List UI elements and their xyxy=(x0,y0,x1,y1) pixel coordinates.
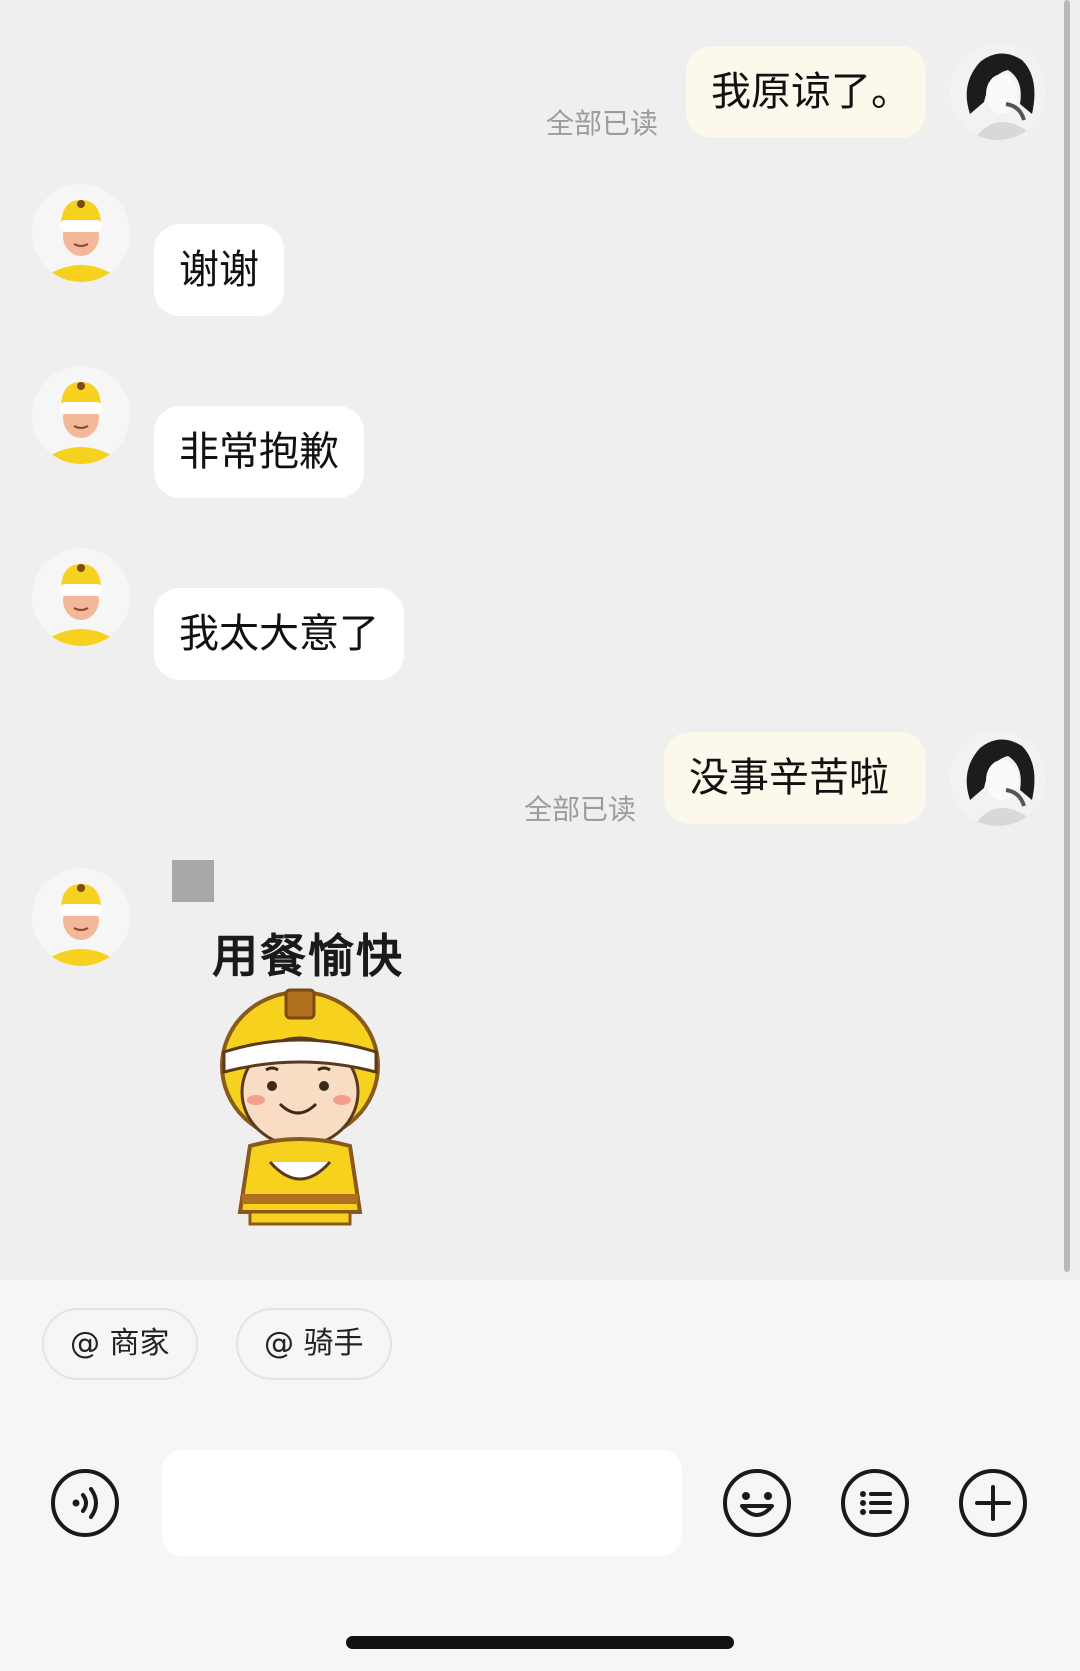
rider-avatar-image xyxy=(46,564,116,646)
sticker-caption: 用餐愉快 xyxy=(212,929,404,983)
user-avatar-image xyxy=(950,730,1046,826)
user-avatar-image xyxy=(950,44,1046,140)
rider-avatar[interactable] xyxy=(32,548,130,646)
incoming-message-bubble[interactable]: 非常抱歉 xyxy=(154,406,364,498)
voice-button[interactable] xyxy=(50,1468,120,1538)
emoji-button[interactable] xyxy=(722,1468,792,1538)
chat-area[interactable]: 全部已读 我原谅了。 谢谢 非常抱歉 我太大意了 全部已读 没事辛苦啦 用餐愉快 xyxy=(0,0,1080,1280)
outgoing-message-bubble[interactable]: 我原谅了。 xyxy=(686,46,926,138)
quick-reply-icon xyxy=(841,1469,909,1537)
user-avatar[interactable] xyxy=(950,730,1046,826)
emoji-icon xyxy=(723,1469,791,1537)
mention-merchant-button[interactable]: @ 商家 xyxy=(42,1308,198,1380)
rider-sticker-image xyxy=(220,988,380,1226)
read-status: 全部已读 xyxy=(546,107,659,140)
incoming-message-bubble[interactable]: 我太大意了 xyxy=(154,588,404,680)
incoming-message-bubble[interactable]: 谢谢 xyxy=(154,224,284,316)
read-status: 全部已读 xyxy=(524,793,637,826)
rider-avatar[interactable] xyxy=(32,184,130,282)
bottom-panel: @ 商家 @ 骑手 xyxy=(0,1280,1080,1671)
sticker-message[interactable]: 用餐愉快 xyxy=(170,858,440,1238)
rider-avatar[interactable] xyxy=(32,868,130,966)
scrollbar[interactable] xyxy=(1064,0,1070,1272)
rider-avatar-image xyxy=(46,382,116,464)
more-button[interactable] xyxy=(958,1468,1028,1538)
outgoing-message-bubble[interactable]: 没事辛苦啦 xyxy=(664,732,926,824)
mention-rider-button[interactable]: @ 骑手 xyxy=(236,1308,392,1380)
rider-avatar-image xyxy=(46,884,116,966)
plus-icon xyxy=(959,1469,1027,1537)
voice-icon xyxy=(51,1469,119,1537)
user-avatar[interactable] xyxy=(950,44,1046,140)
home-indicator[interactable] xyxy=(346,1636,734,1649)
quick-reply-button[interactable] xyxy=(840,1468,910,1538)
message-input[interactable] xyxy=(162,1450,682,1556)
rider-avatar-image xyxy=(46,200,116,282)
rider-avatar[interactable] xyxy=(32,366,130,464)
